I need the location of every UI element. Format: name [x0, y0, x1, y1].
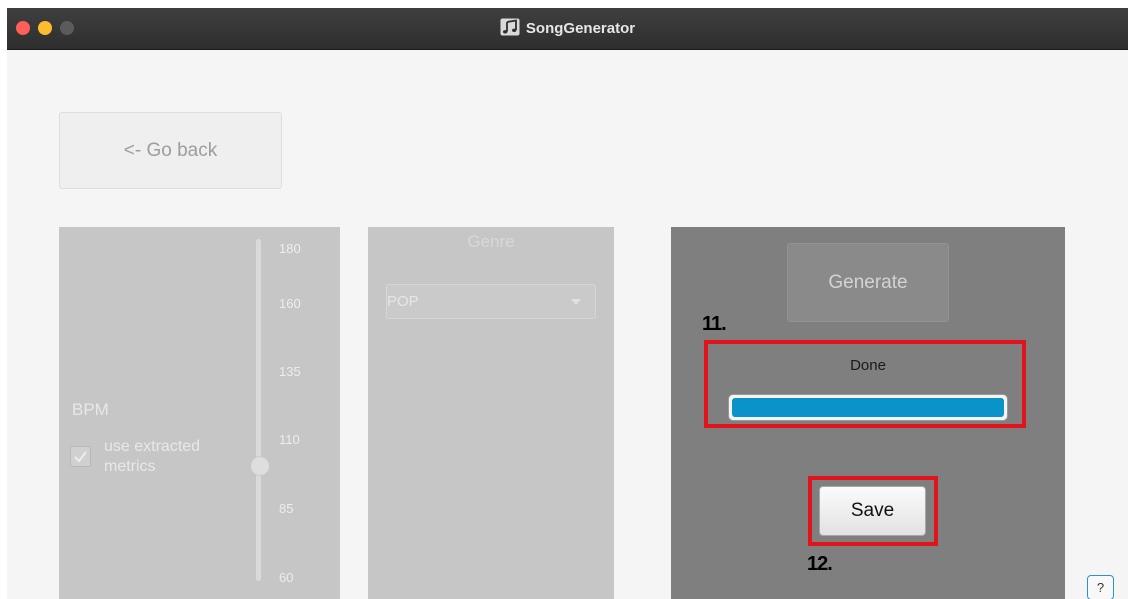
bpm-tick-label: 160 [279, 296, 301, 311]
progress-bar [728, 394, 1008, 421]
use-extracted-metrics-label: use extracted metrics [104, 438, 201, 475]
bpm-tick-label: 180 [279, 241, 301, 256]
bpm-tick-label: 85 [279, 501, 294, 516]
save-button[interactable]: Save [819, 486, 926, 536]
genre-selected-value: POP [387, 293, 419, 310]
bpm-slider-track[interactable] [256, 239, 261, 581]
app-window: SongGenerator <- Go back BPM use extract… [7, 8, 1128, 599]
generate-button[interactable]: Generate [787, 243, 949, 322]
bpm-tick-label: 110 [279, 432, 300, 447]
progress-bar-fill [732, 398, 1004, 417]
window-title: SongGenerator [7, 18, 1128, 37]
chevron-down-icon [571, 299, 581, 305]
step-annotation-12: 12. [807, 553, 833, 575]
genre-panel: Genre POP [368, 227, 614, 599]
use-extracted-metrics-checkbox[interactable] [70, 446, 91, 467]
genre-title: Genre [467, 232, 515, 251]
bpm-slider-thumb[interactable] [250, 456, 270, 476]
go-back-button[interactable]: <- Go back [59, 112, 282, 189]
title-bar: SongGenerator [7, 8, 1128, 50]
status-text: Done [850, 357, 886, 374]
checkmark-icon [74, 451, 87, 463]
window-title-text: SongGenerator [525, 20, 636, 37]
main-content: <- Go back BPM use extracted metrics 180… [7, 50, 1128, 599]
generator-panel: Generate 11. Done Save 12. [671, 227, 1065, 599]
bpm-panel: BPM use extracted metrics 180 160 135 11… [59, 227, 340, 599]
help-button[interactable]: ? [1087, 575, 1114, 599]
bpm-tick-label: 60 [279, 570, 294, 585]
bpm-tick-label: 135 [279, 364, 301, 379]
step-annotation-11: 11. [702, 313, 727, 335]
bpm-label: BPM [72, 400, 109, 419]
genre-dropdown[interactable]: POP [386, 284, 596, 319]
music-note-icon [500, 18, 520, 36]
